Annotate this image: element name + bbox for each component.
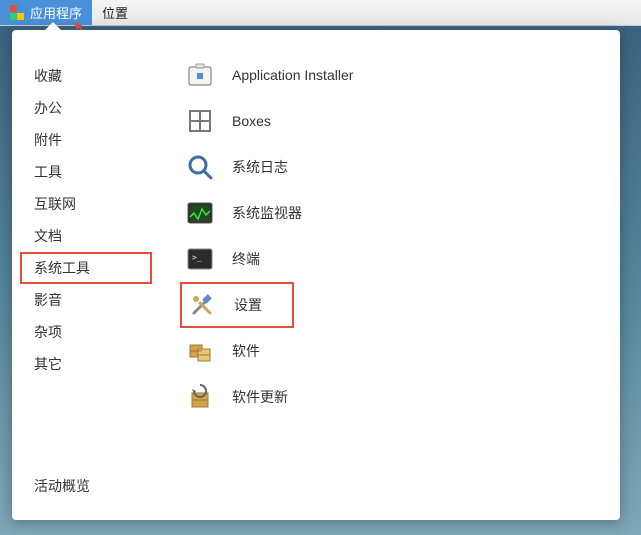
installer-icon bbox=[184, 59, 216, 91]
app-label: 设置 bbox=[234, 295, 262, 315]
locations-menu-label: 位置 bbox=[102, 3, 128, 22]
app-label: 终端 bbox=[232, 249, 260, 269]
category-favorites[interactable]: 收藏 bbox=[12, 60, 160, 92]
app-software[interactable]: 软件 bbox=[180, 328, 620, 374]
app-label: 软件更新 bbox=[232, 387, 288, 407]
software-icon bbox=[184, 335, 216, 367]
app-label: Application Installer bbox=[232, 67, 353, 83]
app-label: 系统日志 bbox=[232, 157, 288, 177]
category-internet[interactable]: 互联网 bbox=[12, 188, 160, 220]
app-system-logs[interactable]: 系统日志 bbox=[180, 144, 620, 190]
category-sidebar: 收藏 办公 附件 工具 互联网 文档 系统工具 影音 杂项 其它 活动概览 bbox=[12, 30, 160, 520]
category-accessories[interactable]: 附件 bbox=[12, 124, 160, 156]
app-label: Boxes bbox=[232, 113, 271, 129]
locations-menu-button[interactable]: 位置 bbox=[92, 0, 138, 25]
app-software-updates[interactable]: 软件更新 bbox=[180, 374, 620, 420]
boxes-icon bbox=[184, 105, 216, 137]
applications-menu-label: 应用程序 bbox=[30, 3, 82, 22]
logs-icon bbox=[184, 151, 216, 183]
app-system-monitor[interactable]: 系统监视器 bbox=[180, 190, 620, 236]
category-tools[interactable]: 工具 bbox=[12, 156, 160, 188]
category-system-tools[interactable]: 系统工具 bbox=[20, 252, 152, 284]
category-other[interactable]: 其它 bbox=[12, 348, 160, 380]
app-installer[interactable]: Application Installer bbox=[180, 52, 620, 98]
settings-icon bbox=[186, 289, 218, 321]
svg-text:>_: >_ bbox=[192, 253, 202, 262]
top-menu-bar: 应用程序 位置 bbox=[0, 0, 641, 26]
category-documents[interactable]: 文档 bbox=[12, 220, 160, 252]
app-label: 软件 bbox=[232, 341, 260, 361]
activities-overview[interactable]: 活动概览 bbox=[12, 476, 160, 520]
updates-icon bbox=[184, 381, 216, 413]
app-label: 系统监视器 bbox=[232, 203, 302, 223]
monitor-icon bbox=[184, 197, 216, 229]
category-misc[interactable]: 杂项 bbox=[12, 316, 160, 348]
category-multimedia[interactable]: 影音 bbox=[12, 284, 160, 316]
category-office[interactable]: 办公 bbox=[12, 92, 160, 124]
terminal-icon: >_ bbox=[184, 243, 216, 275]
app-terminal[interactable]: >_ 终端 bbox=[180, 236, 620, 282]
app-settings[interactable]: 设置 bbox=[180, 282, 294, 328]
apps-logo-icon bbox=[10, 5, 25, 20]
application-list: Application Installer Boxes 系统日志 系统监视器 >… bbox=[160, 30, 620, 520]
applications-dropdown: 收藏 办公 附件 工具 互联网 文档 系统工具 影音 杂项 其它 活动概览 Ap… bbox=[12, 30, 620, 520]
app-boxes[interactable]: Boxes bbox=[180, 98, 620, 144]
